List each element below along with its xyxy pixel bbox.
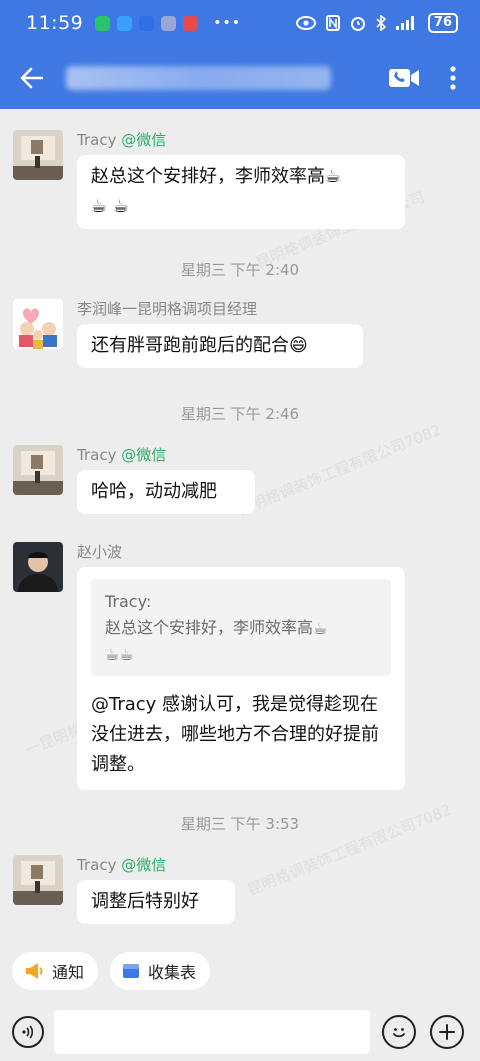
quote-sender: Tracy: — [105, 592, 152, 611]
message-text: @Tracy 感谢认可，我是觉得趁现在没住进去，哪些地方不合理的好提前调整。 — [91, 694, 379, 775]
coffee-icon: ☕ — [325, 166, 342, 187]
status-time: 11:59 — [26, 12, 84, 34]
chat-header: Group — [0, 46, 480, 109]
voice-button[interactable] — [12, 1015, 44, 1048]
back-button[interactable] — [0, 67, 64, 89]
grinning-face-icon: 😄 — [289, 335, 308, 356]
input-bar — [0, 1002, 480, 1061]
shortcut-bar: 通知 收集表 — [0, 940, 480, 1002]
message-icon — [117, 15, 133, 31]
quoted-message[interactable]: Tracy: 赵总这个安排好，李师效率高☕ ☕☕ — [91, 579, 391, 676]
signal-icon — [395, 16, 414, 30]
message-text: 哈哈，动动减肥 — [91, 481, 217, 502]
avatar[interactable] — [13, 299, 63, 349]
eye-icon — [295, 16, 316, 30]
message-bubble[interactable]: 哈哈，动动减肥 — [77, 470, 255, 514]
avatar[interactable] — [13, 542, 63, 592]
sender-name: Tracy @微信 — [77, 856, 167, 874]
more-options-icon[interactable] — [450, 65, 456, 90]
wechat-icon — [95, 15, 111, 31]
sender-name: 赵小波 — [77, 543, 123, 561]
coffee-icon: ☕ — [119, 645, 134, 664]
coffee-icon: ☕ — [112, 196, 130, 217]
watermark: 昆明格调装饰工程有限公司7082 — [234, 420, 444, 520]
arrow-left-icon — [20, 67, 44, 88]
chat-app-icon — [139, 15, 155, 31]
quote-text: 赵总这个安排好，李师效率高 — [105, 618, 314, 637]
chat-title: Group — [66, 65, 331, 90]
message-row: Tracy @微信 哈哈，动动减肥 — [13, 445, 255, 514]
message-row: 赵小波 Tracy: 赵总这个安排好，李师效率高☕ ☕☕ @Tracy 感谢认可… — [13, 542, 405, 790]
message-row: Tracy @微信 调整后特别好 — [13, 855, 235, 924]
collection-form-button[interactable]: 收集表 — [110, 952, 211, 990]
more-actions-button[interactable] — [430, 1014, 464, 1049]
message-bubble[interactable]: 赵总这个安排好，李师效率高☕ ☕ ☕ — [77, 155, 405, 229]
message-bubble[interactable]: 还有胖哥跑前跑后的配合😄 — [77, 324, 363, 368]
more-notifications-icon: ••• — [213, 15, 242, 31]
nfc-icon — [325, 15, 340, 31]
message-row: 李润峰一昆明格调项目经理 还有胖哥跑前跑后的配合😄 — [13, 299, 363, 368]
chat-area[interactable]: 昆明格调装饰工程有限公司 昆明格调装饰工程有限公司7082 一昆明格调装饰工程监… — [0, 109, 480, 940]
voice-icon — [22, 1024, 34, 1039]
app-r-icon — [183, 15, 199, 31]
message-text: 还有胖哥跑前跑后的配合 — [91, 335, 289, 356]
plus-icon — [439, 1023, 455, 1040]
notification-icons: ••• — [95, 15, 241, 31]
avatar[interactable] — [13, 445, 63, 495]
message-bubble[interactable]: Tracy: 赵总这个安排好，李师效率高☕ ☕☕ @Tracy 感谢认可，我是觉… — [77, 567, 405, 790]
avatar[interactable] — [13, 130, 63, 180]
top-bar: 11:59 ••• 76 Group — [0, 0, 480, 109]
message-row: Tracy @微信 赵总这个安排好，李师效率高☕ ☕ ☕ — [13, 130, 405, 229]
message-text: 调整后特别好 — [91, 891, 199, 912]
message-input[interactable] — [54, 1009, 370, 1054]
coffee-icon: ☕ — [313, 618, 328, 638]
timestamp: 星期三 下午 3:53 — [180, 815, 300, 833]
emoji-button[interactable] — [382, 1014, 416, 1049]
timestamp: 星期三 下午 2:40 — [180, 261, 300, 279]
avatar[interactable] — [13, 855, 63, 905]
megaphone-icon — [26, 963, 43, 979]
alarm-icon — [350, 17, 365, 31]
bluetooth-icon — [376, 15, 386, 31]
message-bubble[interactable]: 调整后特别好 — [77, 880, 235, 924]
sender-name: 李润峰一昆明格调项目经理 — [77, 300, 258, 318]
form-icon — [123, 964, 140, 978]
sender-name: Tracy @微信 — [77, 446, 167, 464]
status-bar: 11:59 ••• 76 — [0, 0, 480, 46]
video-call-icon[interactable] — [388, 67, 420, 89]
notice-button[interactable]: 通知 — [12, 952, 99, 990]
smiley-icon — [393, 1027, 405, 1037]
coffee-icon: ☕ — [105, 645, 120, 664]
timestamp: 星期三 下午 2:46 — [180, 405, 300, 423]
sender-name: Tracy @微信 — [77, 131, 167, 149]
message-text: 赵总这个安排好，李师效率高 — [91, 166, 325, 187]
coffee-icon: ☕ — [91, 196, 108, 217]
app-b-icon — [161, 15, 177, 31]
battery-indicator: 76 — [427, 13, 458, 33]
